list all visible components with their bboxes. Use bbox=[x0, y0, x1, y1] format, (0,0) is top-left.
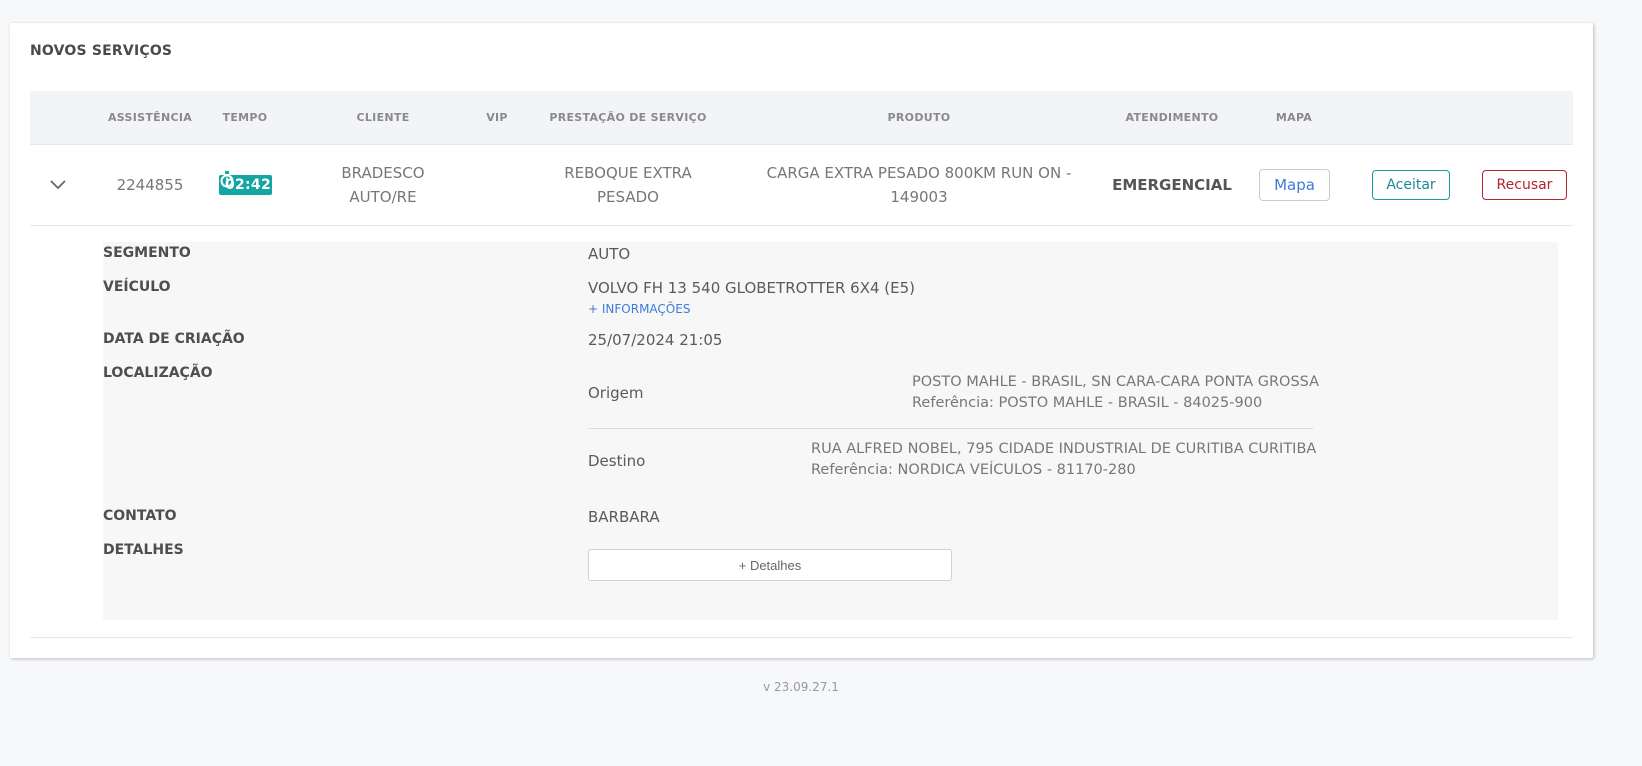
veiculo-value: VOLVO FH 13 540 GLOBETROTTER 6X4 (E5) bbox=[588, 279, 916, 297]
service-details-panel: SEGMENTO AUTO VEÍCULO VOLVO FH 13 540 GL… bbox=[103, 242, 1558, 620]
section-title: NOVOS SERVIÇOS bbox=[30, 43, 173, 59]
localizacao-label: LOCALIZAÇÃO bbox=[103, 365, 213, 381]
column-header-vip: VIP bbox=[486, 111, 508, 124]
location-divider bbox=[588, 428, 1313, 429]
column-header-cliente: CLIENTE bbox=[356, 111, 410, 124]
destino-reference: Referência: NORDICA VEÍCULOS - 81170-280 bbox=[811, 462, 1136, 478]
atendimento-value: EMERGENCIAL bbox=[1112, 176, 1232, 194]
origem-address-block: POSTO MAHLE - BRASIL, SN CARA-CARA PONTA… bbox=[912, 372, 1319, 414]
detalhes-label: DETALHES bbox=[103, 542, 184, 558]
table-row: 2244855 02:42 BRADESCO AUTO/RE REBOQUE E… bbox=[30, 145, 1573, 226]
destino-address-block: RUA ALFRED NOBEL, 795 CIDADE INDUSTRIAL … bbox=[811, 439, 1316, 481]
veiculo-label: VEÍCULO bbox=[103, 279, 171, 295]
prestacao-cell: REBOQUE EXTRA PESADO bbox=[538, 145, 718, 225]
column-header-tempo: TEMPO bbox=[222, 111, 268, 124]
divider bbox=[30, 637, 1573, 638]
data-criacao-value: 25/07/2024 21:05 bbox=[588, 331, 723, 349]
vip-cell bbox=[477, 145, 517, 225]
accept-button[interactable]: Aceitar bbox=[1372, 170, 1450, 200]
contato-value: BARBARA bbox=[588, 508, 660, 526]
column-header-produto: PRODUTO bbox=[887, 111, 951, 124]
produto-cell: CARGA EXTRA PESADO 800KM RUN ON - 149003 bbox=[759, 145, 1079, 225]
stopwatch-icon bbox=[220, 171, 233, 188]
produto-line2: 149003 bbox=[890, 188, 948, 206]
prestacao-line2: PESADO bbox=[597, 188, 659, 206]
map-button[interactable]: Mapa bbox=[1259, 169, 1330, 201]
segmento-label: SEGMENTO bbox=[103, 245, 191, 261]
details-button[interactable]: + Detalhes bbox=[588, 549, 952, 581]
app-version: v 23.09.27.1 bbox=[763, 680, 839, 694]
produto-line1: CARGA EXTRA PESADO 800KM RUN ON - bbox=[766, 164, 1072, 182]
cliente-line1: BRADESCO bbox=[341, 164, 425, 182]
column-header-prestacao: PRESTAÇÃO DE SERVIÇO bbox=[549, 111, 707, 124]
cliente-cell: BRADESCO AUTO/RE bbox=[323, 145, 443, 225]
column-header-atendimento: ATENDIMENTO bbox=[1125, 111, 1219, 124]
more-info-link[interactable]: + INFORMAÇÕES bbox=[588, 302, 690, 316]
origem-address: POSTO MAHLE - BRASIL, SN CARA-CARA PONTA… bbox=[912, 374, 1320, 390]
cliente-line2: AUTO/RE bbox=[349, 188, 417, 206]
column-header-mapa: MAPA bbox=[1275, 111, 1313, 124]
contato-label: CONTATO bbox=[103, 508, 177, 524]
data-criacao-label: DATA DE CRIAÇÃO bbox=[103, 331, 245, 347]
destino-label: Destino bbox=[588, 452, 646, 470]
refuse-button[interactable]: Recusar bbox=[1482, 170, 1567, 200]
segmento-value: AUTO bbox=[588, 245, 631, 263]
origem-reference: Referência: POSTO MAHLE - BRASIL - 84025… bbox=[912, 395, 1263, 411]
table-header: ASSISTÊNCIA TEMPO CLIENTE VIP PRESTAÇÃO … bbox=[30, 91, 1573, 145]
timer-badge: 02:42 bbox=[218, 171, 272, 195]
origem-label: Origem bbox=[588, 384, 644, 402]
destino-address: RUA ALFRED NOBEL, 795 CIDADE INDUSTRIAL … bbox=[811, 441, 1317, 457]
column-header-assistencia: ASSISTÊNCIA bbox=[107, 111, 193, 124]
assistencia-number: 2244855 bbox=[116, 176, 184, 194]
chevron-down-icon[interactable] bbox=[48, 175, 68, 195]
timer-cell: 02:42 bbox=[210, 145, 280, 225]
prestacao-line1: REBOQUE EXTRA bbox=[564, 164, 692, 182]
